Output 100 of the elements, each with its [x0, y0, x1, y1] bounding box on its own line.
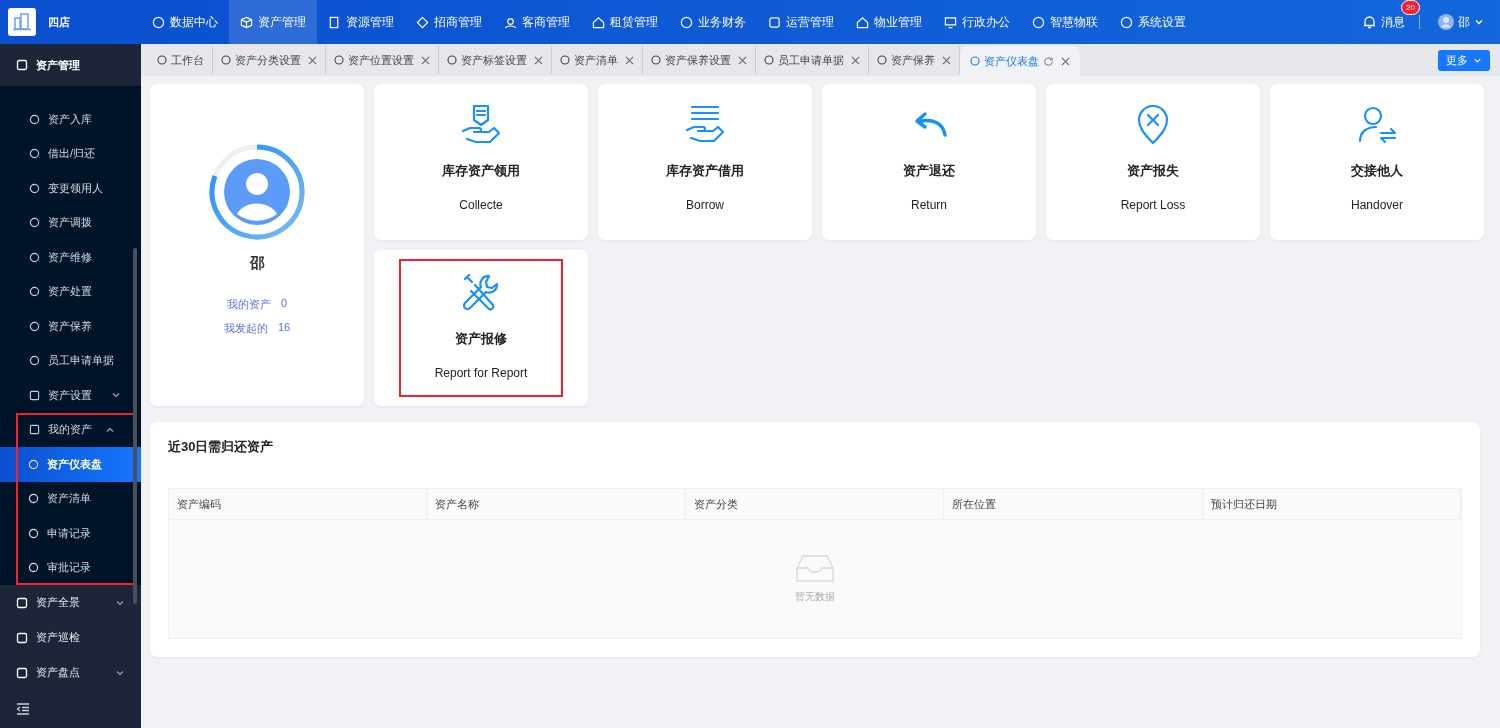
sidebar-item[interactable]: 资产维修	[0, 240, 141, 275]
action-card[interactable]: 库存资产领用 Collecte	[374, 84, 588, 240]
circle-icon	[560, 55, 570, 65]
circle-icon	[29, 113, 40, 125]
close-icon[interactable]	[625, 55, 634, 65]
stat-value: 16	[277, 321, 291, 335]
close-icon[interactable]	[421, 55, 430, 65]
circle-icon	[447, 55, 457, 65]
avatar-icon	[1438, 14, 1454, 30]
sidebar-section[interactable]: 资产巡检	[0, 620, 141, 655]
nav-item[interactable]: 行政办公	[933, 0, 1021, 44]
action-card[interactable]: 资产报修 Report for Report	[374, 250, 588, 406]
circle-icon	[1120, 15, 1133, 29]
empty-inbox-icon	[796, 554, 834, 582]
empty-text: 暂无数据	[795, 590, 835, 604]
sidebar-item[interactable]: 资产处置	[0, 274, 141, 309]
bell-icon	[1363, 15, 1376, 29]
close-icon[interactable]	[851, 55, 860, 65]
page-tab[interactable]: 工作台	[149, 46, 213, 74]
action-title: 库存资产借用	[666, 162, 744, 180]
panel-title: 近30日需归还资产	[168, 438, 275, 456]
messages-link[interactable]: 消息	[1363, 13, 1405, 31]
circle-icon	[28, 493, 39, 505]
action-card[interactable]: 资产报失 Report Loss	[1046, 84, 1260, 240]
sidebar-group[interactable]: 资产设置	[0, 378, 141, 413]
nav-item[interactable]: 租赁管理	[581, 0, 669, 44]
sidebar-section[interactable]: 资产管理	[0, 44, 141, 86]
circle-icon	[29, 217, 40, 229]
circle-icon	[29, 182, 40, 194]
page-tab[interactable]: 资产仪表盘	[960, 46, 1080, 76]
circle-icon	[1032, 15, 1045, 29]
user-menu[interactable]: 邵	[1438, 13, 1484, 31]
sidebar-item[interactable]: 变更领用人	[0, 171, 141, 206]
unread-badge: 20	[1401, 0, 1420, 15]
sidebar-item[interactable]: 资产保养	[0, 309, 141, 344]
page-tab[interactable]: 资产分类设置	[213, 46, 326, 74]
page-tab[interactable]: 资产标签设置	[439, 46, 552, 74]
page-tab[interactable]: 资产保养设置	[643, 46, 756, 74]
sidebar-section[interactable]: 资产全景	[0, 585, 141, 620]
sidebar-group[interactable]: 我的资产	[16, 412, 135, 447]
sidebar-item[interactable]: 审批记录	[0, 550, 135, 585]
sidebar-section[interactable]: 资产盘点	[0, 655, 141, 690]
diamond-icon	[416, 15, 429, 29]
house-icon	[856, 15, 869, 29]
chevron-down-icon	[1474, 17, 1484, 27]
nav-item[interactable]: 智慧物联	[1021, 0, 1109, 44]
logo-icon	[8, 8, 36, 36]
collapse-menu-icon[interactable]	[16, 703, 30, 715]
close-icon[interactable]	[308, 55, 317, 65]
close-icon[interactable]	[1061, 56, 1070, 66]
circle-icon	[28, 527, 39, 539]
sidebar-item[interactable]: 资产入库	[0, 102, 141, 137]
nav-item[interactable]: 招商管理	[405, 0, 493, 44]
cube-icon	[240, 15, 253, 29]
sidebar-item[interactable]: 资产清单	[0, 481, 135, 516]
more-button[interactable]: 更多	[1438, 49, 1490, 71]
close-icon[interactable]	[942, 55, 951, 65]
square-icon	[16, 59, 28, 71]
stat-label: 我的资产	[226, 297, 271, 312]
brand-name: 四店	[48, 14, 70, 30]
sidebar-item[interactable]: 申请记录	[0, 516, 135, 551]
sidebar-item[interactable]: 资产调拨	[0, 205, 141, 240]
nav-item[interactable]: 数据中心	[141, 0, 229, 44]
action-card[interactable]: 库存资产借用 Borrow	[598, 84, 812, 240]
circle-icon	[970, 56, 980, 66]
circle-icon	[877, 55, 887, 65]
nav-item[interactable]: 资产管理	[229, 0, 317, 44]
circle-icon	[157, 55, 167, 65]
stat-label: 我发起的	[223, 321, 268, 336]
action-subtitle: Borrow	[686, 198, 724, 212]
nav-item[interactable]: 物业管理	[845, 0, 933, 44]
circle-icon	[29, 148, 40, 160]
document-icon	[328, 15, 341, 29]
nav-item[interactable]: 客商管理	[493, 0, 581, 44]
action-card[interactable]: 资产退还 Return	[822, 84, 1036, 240]
close-icon[interactable]	[738, 55, 747, 65]
page-tab[interactable]: 资产清单	[552, 46, 643, 74]
sidebar-item[interactable]: 借出/归还	[0, 136, 141, 171]
page-tab[interactable]: 员工申请单据	[756, 46, 869, 74]
stat-value: 0	[280, 297, 288, 311]
house-icon	[592, 15, 605, 29]
scrollbar[interactable]	[133, 248, 137, 604]
nav-item[interactable]: 运营管理	[757, 0, 845, 44]
page-tab[interactable]: 资产位置设置	[326, 46, 439, 74]
nav-item[interactable]: 系统设置	[1109, 0, 1197, 44]
nav-item[interactable]: 业务财务	[669, 0, 757, 44]
action-subtitle: Report Loss	[1120, 198, 1186, 212]
nav-item[interactable]: 资源管理	[317, 0, 405, 44]
close-icon[interactable]	[534, 55, 543, 65]
square-icon	[29, 424, 40, 436]
sidebar-item[interactable]: 资产仪表盘	[0, 447, 141, 482]
circle-icon	[334, 55, 344, 65]
square-icon	[16, 596, 28, 609]
user-icon	[504, 15, 517, 29]
sidebar-item[interactable]: 员工申请单据	[0, 343, 141, 378]
action-card[interactable]: 交接他人 Handover	[1270, 84, 1484, 240]
circle-icon	[29, 251, 40, 263]
circle-icon	[28, 562, 39, 574]
refresh-icon[interactable]	[1043, 55, 1054, 67]
action-title: 资产报修	[455, 330, 507, 348]
